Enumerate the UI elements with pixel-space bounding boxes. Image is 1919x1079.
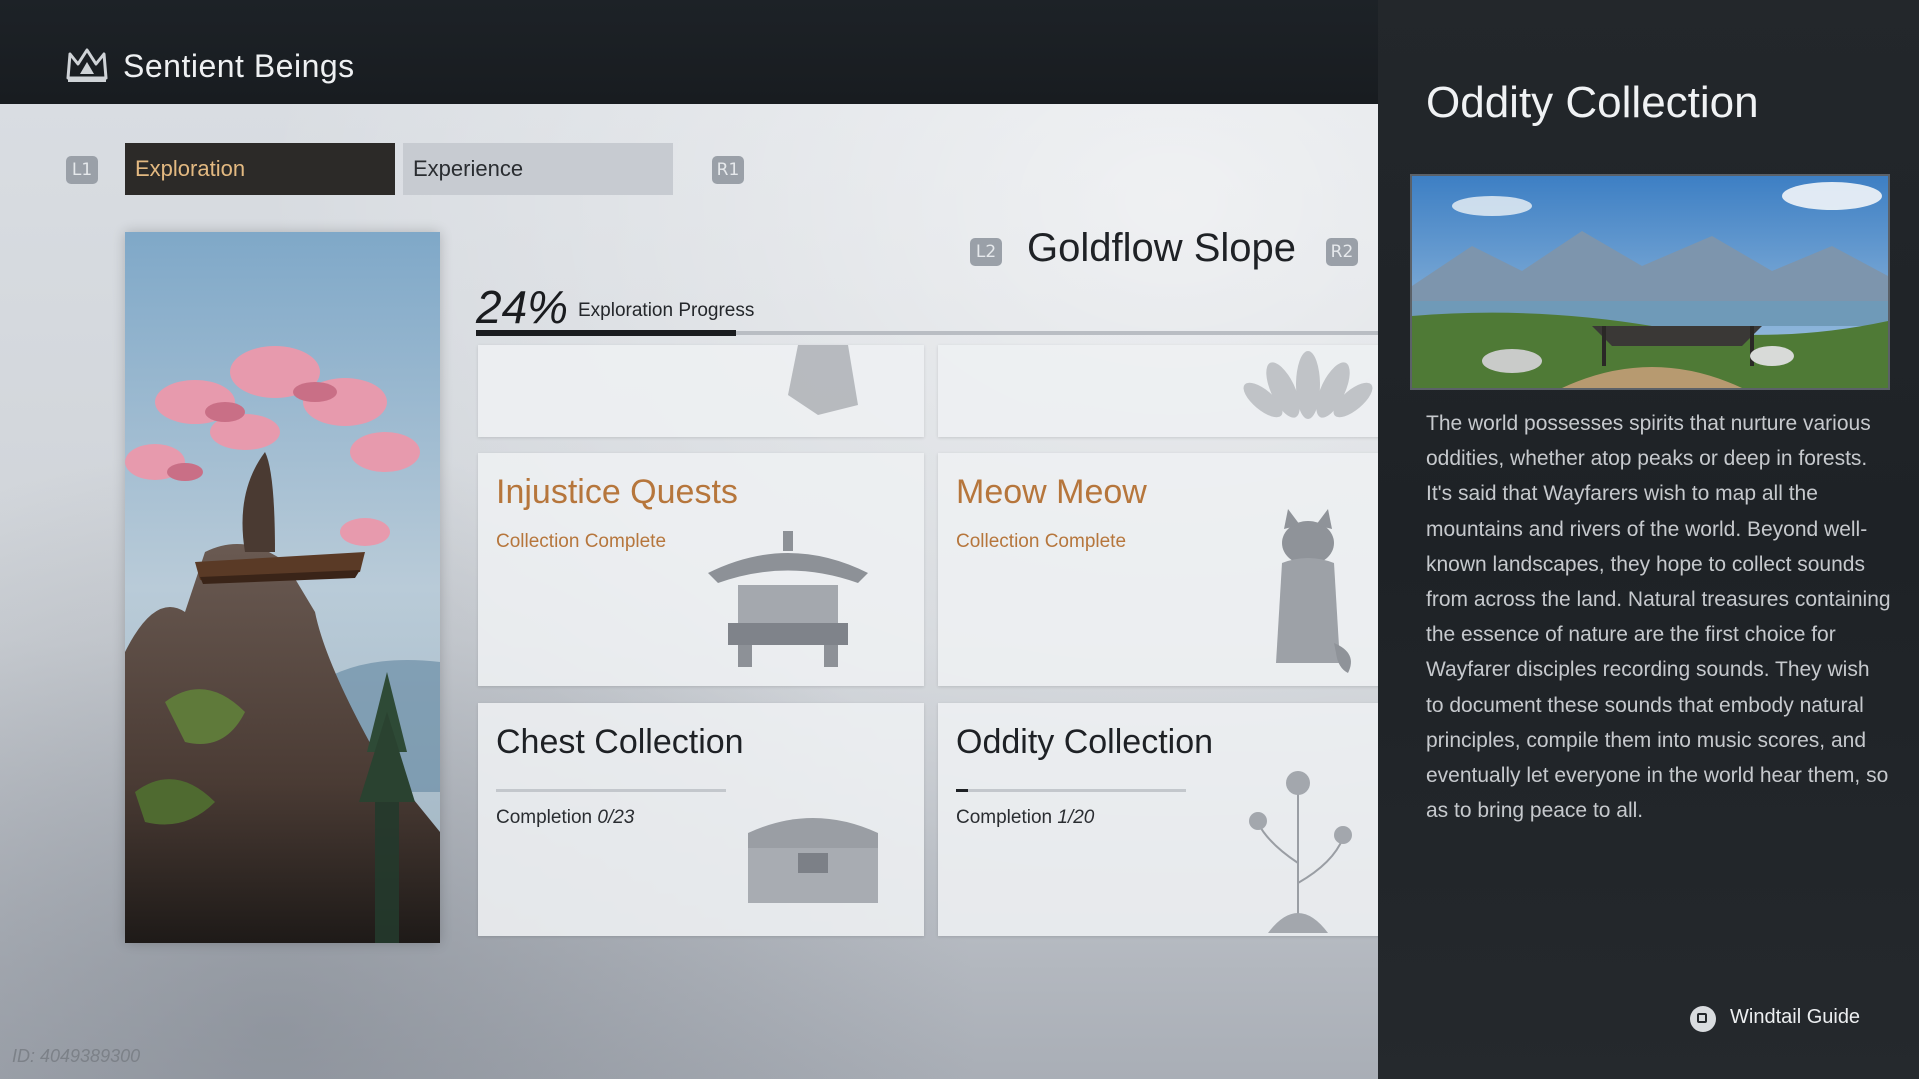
flower-icon [1249, 771, 1352, 933]
page-title: Sentient Beings [123, 48, 355, 84]
region-name: Goldflow Slope [1027, 226, 1297, 270]
l1-button-hint[interactable]: L1 [66, 156, 98, 184]
card-title: Chest Collection [496, 723, 744, 761]
tab-exploration[interactable]: Exploration [125, 143, 395, 195]
card-chest-collection[interactable]: Chest Collection Completion 0/23 [478, 703, 924, 936]
card-status: Collection Complete [956, 531, 1127, 552]
collection-card-partial[interactable] [938, 345, 1384, 437]
card-status: Collection Complete [496, 531, 667, 552]
card-progress: Completion 0/23 [496, 807, 634, 829]
card-title: Meow Meow [956, 473, 1147, 511]
windtail-guide-label: Windtail Guide [1730, 1006, 1861, 1028]
lotus-icon [1243, 351, 1373, 419]
exploration-progress-label: Exploration Progress [578, 300, 755, 321]
region-artwork [125, 232, 440, 943]
card-progress-value: 0/23 [597, 807, 635, 828]
card-title: Oddity Collection [956, 723, 1214, 761]
detail-landscape-image [1410, 174, 1890, 390]
landscape-illustration [1412, 176, 1888, 388]
detail-title: Oddity Collection [1426, 78, 1759, 127]
card-meow-meow[interactable]: Meow Meow Collection Complete [938, 453, 1384, 686]
cat-icon [1276, 509, 1351, 673]
incense-burner-icon [708, 531, 868, 667]
card-progress-value: 1/20 [1057, 807, 1095, 828]
card-progress-label: Completion [956, 807, 1053, 828]
card-oddity-collection[interactable]: Oddity Collection Completion 1/20 [938, 703, 1384, 936]
r1-button-hint[interactable]: R1 [712, 156, 744, 184]
card-title: Injustice Quests [496, 473, 738, 511]
card-progress-track [496, 789, 726, 792]
cliff-tree-illustration [125, 232, 440, 943]
tab-experience[interactable]: Experience [403, 143, 673, 195]
crown-icon [66, 48, 108, 82]
card-injustice-quests[interactable]: Injustice Quests Collection Complete [478, 453, 924, 686]
card-progress-label: Completion [496, 807, 593, 828]
exploration-progress-fill [476, 330, 736, 336]
exploration-percent: 24% [476, 281, 569, 333]
stone-icon [788, 345, 858, 415]
collection-card-partial[interactable] [478, 345, 924, 437]
detail-panel: Oddity Collection The world possesses sp… [1378, 0, 1919, 1079]
card-progress: Completion 1/20 [956, 807, 1094, 829]
detail-description: The world possesses spirits that nurture… [1426, 412, 1891, 823]
top-bar: Sentient Beings [0, 0, 1378, 104]
card-progress-track [956, 789, 1186, 792]
card-progress-fill [956, 789, 968, 792]
id-tag: ID: 4049389300 [12, 1046, 141, 1066]
chest-icon [748, 818, 878, 903]
square-button-icon [1690, 1006, 1716, 1032]
l2-button-hint[interactable]: L2 [970, 238, 1002, 266]
r2-button-hint[interactable]: R2 [1326, 238, 1358, 266]
